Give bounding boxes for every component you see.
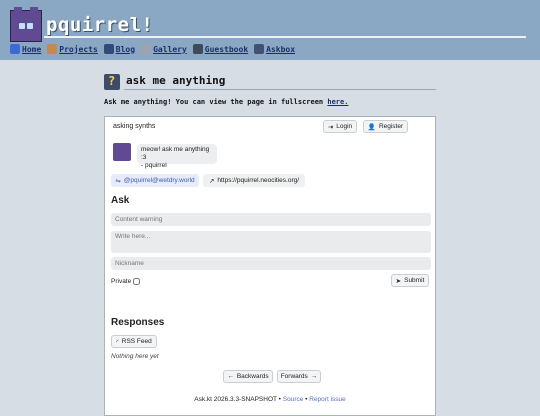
report-issue-link[interactable]: Report issue [309, 396, 346, 403]
empty-responses-text: Nothing here yet [111, 353, 159, 360]
private-checkbox[interactable] [133, 278, 141, 285]
intro-text: Ask me anything! You can view the page i… [104, 98, 349, 106]
question-icon [104, 74, 120, 90]
cat-ear-left [14, 7, 22, 13]
external-link-icon: ↗ [208, 177, 215, 185]
fediverse-icon: ⇋ [115, 177, 121, 185]
content-warning-input[interactable] [111, 213, 431, 226]
login-icon: ⇥ [327, 123, 334, 131]
guestbook-icon [192, 44, 203, 54]
askbox-card: asking synths ⇥ Login 👤 Register meow! ask… [104, 116, 436, 416]
nickname-input[interactable] [111, 257, 431, 270]
fediverse-link[interactable]: ⇋ @pquirrel@wetdry.world [111, 174, 199, 187]
main-nav: Home Projects Blog Gallery Guestbook Ask… [10, 44, 295, 54]
gallery-icon [141, 44, 152, 54]
fullscreen-link[interactable]: here. [327, 98, 348, 106]
projects-icon [47, 44, 58, 54]
home-icon [10, 44, 20, 54]
nav-guestbook[interactable]: Guestbook [192, 44, 248, 54]
private-option: Private [111, 278, 141, 285]
rss-icon: ◜ [116, 338, 119, 346]
askbox-header: asking synths [113, 123, 156, 130]
website-link[interactable]: ↗ https://pquirrel.neocities.org/ [203, 174, 305, 187]
cat-eye-right [27, 23, 33, 29]
send-icon: ➤ [395, 277, 402, 285]
cat-logo-icon[interactable] [10, 7, 42, 42]
title-divider [124, 89, 436, 90]
cat-ear-right [30, 7, 38, 13]
forwards-button[interactable]: Forwards → [277, 370, 321, 383]
header-divider [44, 36, 526, 38]
rss-button[interactable]: ◜ RSS Feed [111, 335, 157, 348]
register-button[interactable]: 👤 Register [363, 120, 408, 133]
blog-icon [103, 44, 114, 54]
arrow-left-icon: ← [227, 373, 234, 380]
nav-askbox[interactable]: Askbox [254, 44, 295, 54]
footer: Ask.kt 2026.3.3-SNAPSHOT • Source • Repo… [194, 396, 346, 403]
question-body-input[interactable] [111, 231, 431, 253]
cat-eye-left [19, 23, 25, 29]
site-header: pquirrel! Home Projects Blog Gallery Gue… [0, 0, 540, 60]
nav-gallery[interactable]: Gallery [141, 44, 187, 54]
submit-button[interactable]: ➤ Submit [391, 274, 429, 287]
source-link[interactable]: Source [283, 396, 304, 403]
nav-home[interactable]: Home [10, 44, 41, 54]
responses-heading: Responses [111, 317, 165, 328]
login-button[interactable]: ⇥ Login [323, 120, 357, 133]
avatar [113, 143, 131, 161]
arrow-right-icon: → [310, 373, 318, 380]
page-title: ask me anything [126, 74, 226, 87]
nav-projects[interactable]: Projects [47, 44, 98, 54]
ask-heading: Ask [111, 195, 130, 206]
site-title[interactable]: pquirrel! [46, 14, 153, 36]
backwards-button[interactable]: ← Backwards [223, 370, 273, 383]
nav-blog[interactable]: Blog [103, 44, 135, 54]
user-plus-icon: 👤 [367, 123, 376, 131]
greeting-bubble: meow! ask me anything :3 - pquirrel [137, 144, 217, 169]
askbox-icon [254, 44, 265, 54]
